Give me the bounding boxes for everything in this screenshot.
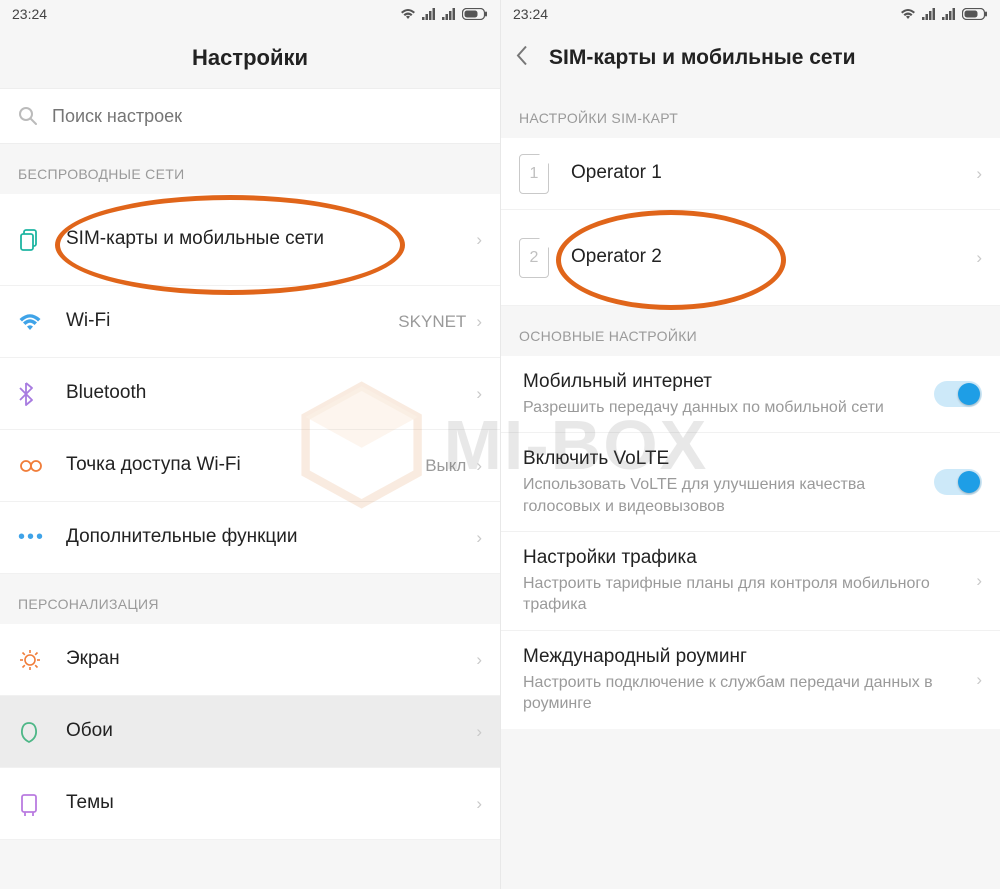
page-header: Настройки xyxy=(0,28,500,88)
row-label: Operator 1 xyxy=(571,161,976,186)
status-time: 23:24 xyxy=(12,6,47,22)
row-label: Включить VoLTE xyxy=(523,447,934,472)
row-sim-cards[interactable]: SIM-карты и мобильные сети › xyxy=(0,194,500,286)
signal-1-icon xyxy=(422,8,436,20)
mobile-data-toggle[interactable] xyxy=(934,381,982,407)
row-label: Настройки трафика xyxy=(523,546,976,571)
chevron-right-icon: › xyxy=(476,456,482,476)
chevron-right-icon: › xyxy=(976,164,982,184)
wifi-value: SKYNET xyxy=(398,312,466,332)
row-label: Мобильный интернет xyxy=(523,370,934,395)
wifi-icon xyxy=(400,8,416,20)
wifi-icon xyxy=(900,8,916,20)
search-input[interactable] xyxy=(52,106,482,127)
row-roaming[interactable]: Международный роуминг Настроить подключе… xyxy=(501,631,1000,729)
row-hotspot[interactable]: Точка доступа Wi-Fi Выкл › xyxy=(0,430,500,502)
row-sub: Настроить тарифные планы для контроля мо… xyxy=(523,573,976,616)
row-label: Wi-Fi xyxy=(66,309,398,334)
chevron-right-icon: › xyxy=(476,312,482,332)
row-sub: Настроить подключение к службам передачи… xyxy=(523,672,976,715)
display-icon xyxy=(18,648,42,672)
section-personalization: ПЕРСОНАЛИЗАЦИЯ xyxy=(0,574,500,624)
row-sim1[interactable]: 1 Operator 1 › xyxy=(501,138,1000,210)
row-label: Дополнительные функции xyxy=(66,525,476,550)
section-main-settings: ОСНОВНЫЕ НАСТРОЙКИ xyxy=(501,306,1000,356)
chevron-right-icon: › xyxy=(476,650,482,670)
status-bar: 23:24 xyxy=(501,0,1000,28)
page-title: SIM-карты и мобильные сети xyxy=(549,46,856,70)
bluetooth-icon xyxy=(18,382,34,406)
chevron-right-icon: › xyxy=(476,384,482,404)
volte-toggle[interactable] xyxy=(934,469,982,495)
search-icon xyxy=(18,106,38,126)
row-bluetooth[interactable]: Bluetooth › xyxy=(0,358,500,430)
wifi-settings-icon xyxy=(18,312,42,332)
row-display[interactable]: Экран › xyxy=(0,624,500,696)
search-bar[interactable] xyxy=(0,88,500,144)
row-volte[interactable]: Включить VoLTE Использовать VoLTE для ул… xyxy=(501,433,1000,532)
more-icon: ••• xyxy=(18,526,45,549)
row-label: Международный роуминг xyxy=(523,645,976,670)
battery-icon xyxy=(962,8,988,20)
chevron-right-icon: › xyxy=(476,794,482,814)
settings-screen: 23:24 Настройки БЕСПРОВОДНЫЕ СЕТИ SIM-ка… xyxy=(0,0,500,889)
chevron-left-icon xyxy=(515,45,529,67)
row-label: Обои xyxy=(66,719,476,744)
hotspot-icon xyxy=(18,457,44,475)
sim-settings-screen: 23:24 SIM-карты и мобильные сети НАСТРОЙ… xyxy=(500,0,1000,889)
signal-2-icon xyxy=(942,8,956,20)
status-time: 23:24 xyxy=(513,6,548,22)
row-sub: Разрешить передачу данных по мобильной с… xyxy=(523,397,934,419)
status-bar: 23:24 xyxy=(0,0,500,28)
chevron-right-icon: › xyxy=(476,722,482,742)
row-mobile-data[interactable]: Мобильный интернет Разрешить передачу да… xyxy=(501,356,1000,433)
row-label: SIM-карты и мобильные сети xyxy=(66,227,476,252)
chevron-right-icon: › xyxy=(476,528,482,548)
sim-2-icon: 2 xyxy=(519,238,549,278)
row-label: Bluetooth xyxy=(66,381,476,406)
row-sub: Использовать VoLTE для улучшения качеств… xyxy=(523,474,934,517)
battery-icon xyxy=(462,8,488,20)
row-sim2[interactable]: 2 Operator 2 › xyxy=(501,210,1000,306)
row-wifi[interactable]: Wi-Fi SKYNET › xyxy=(0,286,500,358)
chevron-right-icon: › xyxy=(976,670,982,690)
sim-1-icon: 1 xyxy=(519,154,549,194)
row-label: Точка доступа Wi-Fi xyxy=(66,453,425,478)
status-icons xyxy=(900,8,988,20)
chevron-right-icon: › xyxy=(476,230,482,250)
row-traffic[interactable]: Настройки трафика Настроить тарифные пла… xyxy=(501,532,1000,631)
row-themes[interactable]: Темы › xyxy=(0,768,500,840)
sim-cards-icon xyxy=(18,228,42,252)
page-header: SIM-карты и мобильные сети xyxy=(501,28,1000,88)
row-more-functions[interactable]: ••• Дополнительные функции › xyxy=(0,502,500,574)
page-title: Настройки xyxy=(192,45,308,71)
row-wallpaper[interactable]: Обои › xyxy=(0,696,500,768)
chevron-right-icon: › xyxy=(976,248,982,268)
themes-icon xyxy=(18,792,40,816)
hotspot-value: Выкл xyxy=(425,456,466,476)
row-label: Экран xyxy=(66,647,476,672)
signal-1-icon xyxy=(922,8,936,20)
status-icons xyxy=(400,8,488,20)
chevron-right-icon: › xyxy=(976,571,982,591)
row-label: Operator 2 xyxy=(571,245,976,270)
section-sim-cards: НАСТРОЙКИ SIM-КАРТ xyxy=(501,88,1000,138)
back-button[interactable] xyxy=(515,45,529,72)
section-wireless: БЕСПРОВОДНЫЕ СЕТИ xyxy=(0,144,500,194)
signal-2-icon xyxy=(442,8,456,20)
wallpaper-icon xyxy=(18,720,40,744)
row-label: Темы xyxy=(66,791,476,816)
